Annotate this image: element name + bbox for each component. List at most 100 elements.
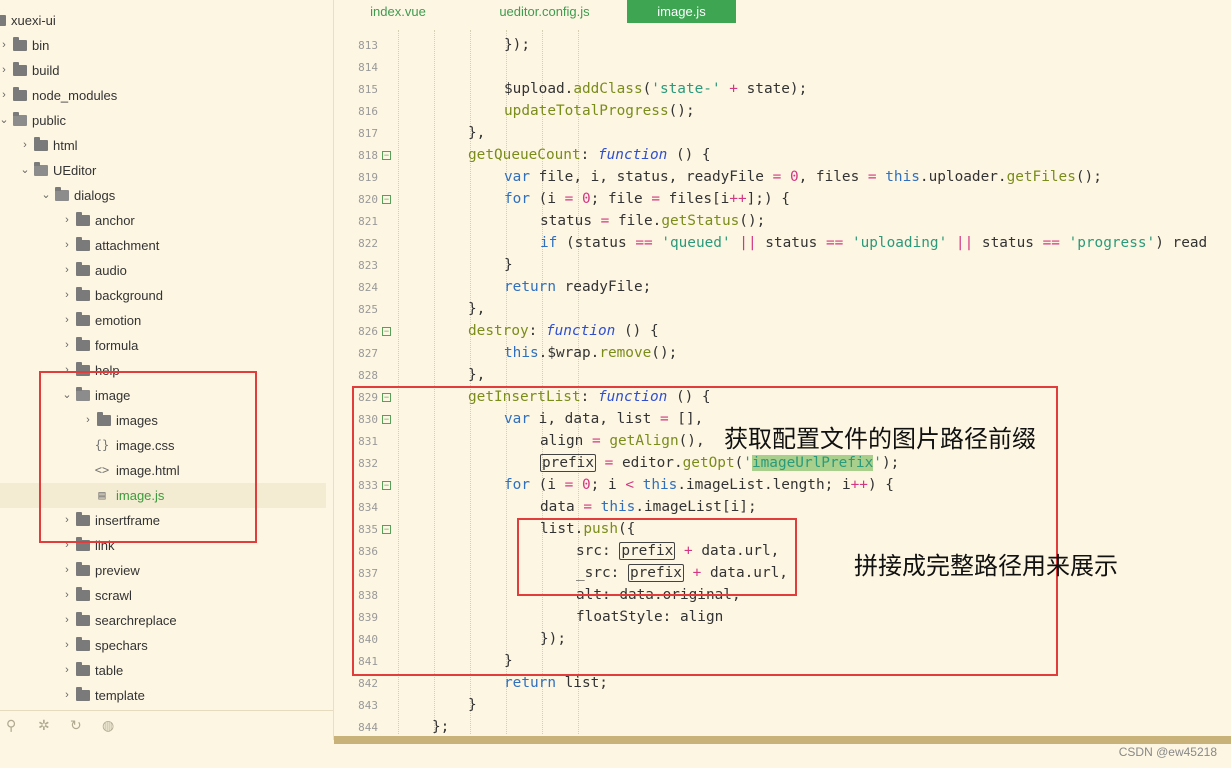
code-line[interactable]: for (i = 0; file = files[i++];) { — [504, 188, 790, 210]
code-line[interactable]: updateTotalProgress(); — [504, 100, 695, 122]
folder-icon — [55, 187, 69, 201]
chevron-right-icon[interactable]: › — [0, 58, 10, 83]
code-line[interactable]: } — [504, 254, 513, 276]
code-line[interactable]: this.$wrap.remove(); — [504, 342, 677, 364]
folder-icon-wrap — [75, 683, 91, 709]
folder-icon — [76, 262, 90, 276]
chevron-right-icon[interactable]: › — [0, 83, 10, 108]
code-line[interactable]: status = file.getStatus(); — [540, 210, 765, 232]
tree-item-emotion[interactable]: › emotion — [0, 308, 326, 333]
tree-item-formula[interactable]: › formula — [0, 333, 326, 358]
chevron-right-icon[interactable]: › — [19, 133, 31, 158]
chevron-right-icon[interactable]: › — [61, 233, 73, 258]
line-number: 821 — [358, 215, 378, 228]
chevron-down-icon[interactable]: ⌄ — [40, 183, 52, 208]
line-number: 825 — [358, 303, 378, 316]
folder-icon — [13, 87, 27, 101]
tree-item-build[interactable]: › build — [0, 58, 326, 83]
code-line[interactable]: if (status == 'queued' || status == 'upl… — [540, 232, 1207, 254]
folder-icon-wrap — [75, 308, 91, 334]
bug-icon[interactable]: ✲ — [38, 717, 50, 734]
code-line[interactable]: }; — [432, 716, 449, 736]
tab-ueditor-config-js[interactable]: ueditor.config.js — [462, 0, 627, 23]
code-line[interactable]: }); — [504, 34, 530, 56]
code-line[interactable]: return readyFile; — [504, 276, 651, 298]
tree-item-dialogs[interactable]: ⌄ dialogs — [0, 183, 326, 208]
code-line[interactable]: }, — [468, 364, 485, 386]
chevron-down-icon[interactable]: ⌄ — [19, 158, 31, 183]
folder-icon — [76, 612, 90, 626]
tree-item-html[interactable]: › html — [0, 133, 326, 158]
tree-item-label: build — [32, 63, 60, 78]
tree-item-scrawl[interactable]: › scrawl — [0, 583, 326, 608]
chevron-right-icon[interactable]: › — [61, 583, 73, 608]
tree-root[interactable]: xuexi-ui — [0, 8, 326, 33]
code-line[interactable]: }, — [468, 122, 485, 144]
line-number: 816 — [358, 105, 378, 118]
line-number: 817 — [358, 127, 378, 140]
chevron-right-icon[interactable]: › — [61, 283, 73, 308]
chevron-right-icon[interactable]: › — [61, 633, 73, 658]
code-line[interactable]: getQueueCount: function () { — [468, 144, 711, 166]
tree-item-label: spechars — [95, 638, 148, 653]
folder-icon — [76, 337, 90, 351]
tree-item-audio[interactable]: › audio — [0, 258, 326, 283]
folder-icon — [76, 287, 90, 301]
tree-item-label: audio — [95, 263, 127, 278]
tab-image-js[interactable]: image.js — [627, 0, 736, 23]
tab-index-vue[interactable]: index.vue — [334, 0, 462, 23]
tree-item-background[interactable]: › background — [0, 283, 326, 308]
chevron-right-icon[interactable]: › — [61, 558, 73, 583]
tree-item-ueditor[interactable]: ⌄ UEditor — [0, 158, 326, 183]
chevron-right-icon[interactable]: › — [0, 33, 10, 58]
tree-item-preview[interactable]: › preview — [0, 558, 326, 583]
tree-item-table[interactable]: › table — [0, 658, 326, 683]
tree-item-bin[interactable]: › bin — [0, 33, 326, 58]
editor-scrollbar[interactable] — [334, 736, 1231, 744]
folder-icon — [0, 15, 6, 26]
chevron-right-icon[interactable]: › — [61, 258, 73, 283]
fold-toggle-icon[interactable]: − — [382, 195, 391, 204]
tree-item-attachment[interactable]: › attachment — [0, 233, 326, 258]
folder-icon-wrap — [75, 633, 91, 659]
folder-icon-wrap — [54, 183, 70, 209]
tree-item-label: dialogs — [74, 188, 116, 203]
chevron-right-icon[interactable]: › — [61, 333, 73, 358]
line-number: 814 — [358, 61, 378, 74]
tree-root-label: xuexi-ui — [11, 13, 56, 28]
code-line[interactable]: } — [468, 694, 477, 716]
chevron-right-icon[interactable]: › — [61, 208, 73, 233]
chevron-down-icon[interactable]: ⌄ — [0, 108, 10, 133]
tree-item-label: searchreplace — [95, 613, 177, 628]
chevron-right-icon[interactable]: › — [61, 658, 73, 683]
tree-item-template[interactable]: › template — [0, 683, 326, 708]
fold-toggle-icon[interactable]: − — [382, 327, 391, 336]
code-line[interactable]: $upload.addClass('state-' + state); — [504, 78, 807, 100]
refresh-icon[interactable]: ↻ — [70, 717, 82, 734]
binoculars-icon[interactable]: ⚲ — [6, 717, 16, 734]
code-line[interactable]: }, — [468, 298, 485, 320]
line-number: 826 — [358, 325, 378, 338]
folder-icon-wrap — [12, 83, 28, 109]
fold-toggle-icon[interactable]: − — [382, 151, 391, 160]
code-line[interactable]: destroy: function () { — [468, 320, 659, 342]
sidebar-highlight-box — [39, 371, 257, 543]
tree-item-spechars[interactable]: › spechars — [0, 633, 326, 658]
tree-item-searchreplace[interactable]: › searchreplace — [0, 608, 326, 633]
code-line[interactable]: var file, i, status, readyFile = 0, file… — [504, 166, 1102, 188]
tree-item-node-modules[interactable]: › node_modules — [0, 83, 326, 108]
tree-item-anchor[interactable]: › anchor — [0, 208, 326, 233]
chevron-right-icon[interactable]: › — [61, 308, 73, 333]
line-number: 842 — [358, 677, 378, 690]
tree-item-label: table — [95, 663, 124, 678]
tree-item-label: UEditor — [53, 163, 97, 178]
chevron-right-icon[interactable]: › — [61, 608, 73, 633]
folder-icon-wrap — [75, 258, 91, 284]
folder-icon-wrap — [75, 608, 91, 634]
globe-icon[interactable]: ◍ — [102, 717, 114, 734]
folder-icon — [76, 662, 90, 676]
sidebar-footer: ⚲ ✲ ↻ ◍ — [0, 710, 333, 740]
chevron-right-icon[interactable]: › — [61, 683, 73, 708]
tree-item-label: scrawl — [95, 588, 132, 603]
tree-item-public[interactable]: ⌄ public — [0, 108, 326, 133]
